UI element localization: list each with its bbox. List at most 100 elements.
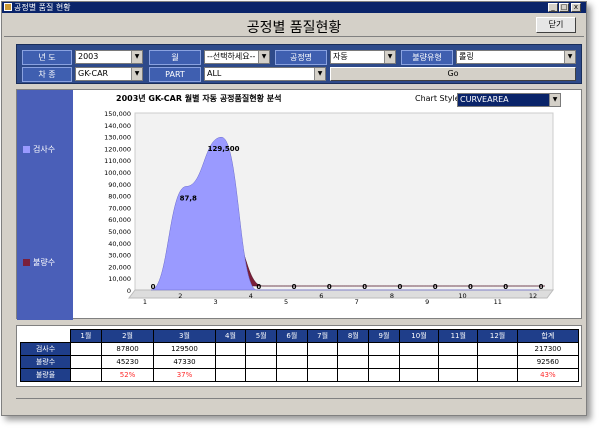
x-tick-label: 6 [319,292,323,300]
month-label: 월 [149,50,201,65]
table-header-cell: 2월 [100,329,155,343]
table-header-cell: 11월 [438,329,479,343]
y-tick-label: 120,000 [104,145,131,153]
table-cell [477,342,518,356]
table-header-cell: 12월 [477,329,518,343]
chart-style-value: CURVEAREA [460,95,509,104]
table-cell [276,342,308,356]
table-cell [337,355,370,369]
table-header-row: 1월 2월 3월 4월 5월 6월 7월 8월 9월 10월 11월 12월 합계 [20,329,580,343]
table-cell [214,355,247,369]
table-header-cell [20,329,71,343]
data-label: 0 [327,283,332,291]
data-table: 1월 2월 3월 4월 5월 6월 7월 8월 9월 10월 11월 12월 합계 검사수 87800 12… [20,329,580,382]
data-label: 0 [256,283,261,291]
defect-type-value: 롤링 [459,52,474,61]
table-cell [438,368,479,382]
table-cell: 52% [100,368,155,382]
car-value: GK-CAR [78,69,109,78]
x-tick-label: 7 [355,298,359,306]
year-label: 년 도 [22,50,72,65]
maximize-button[interactable]: □ [559,3,569,12]
minimize-button[interactable]: _ [548,3,558,12]
table-header-cell: 3월 [153,329,216,343]
x-tick-label: 11 [494,298,502,306]
table-header-cell: 6월 [276,329,308,343]
data-label: 0 [433,283,438,291]
table-cell [368,368,400,382]
chevron-down-icon: ▼ [384,51,395,63]
defect-type-select[interactable]: 롤링 ▼ [456,50,576,64]
row-header: 불량수 [20,355,71,369]
data-label: 129,500 [208,145,240,153]
table-cell [337,368,370,382]
table-cell [337,342,370,356]
legend-item-defect: 불량수 [23,257,55,268]
y-tick-label: 40,000 [108,240,131,248]
chevron-down-icon: ▼ [131,51,142,63]
x-tick-label: 1 [143,298,147,306]
table-header-cell: 4월 [214,329,247,343]
process-label: 공정명 [275,50,327,65]
legend-item-inspect: 검사수 [23,144,55,155]
x-tick-label: 10 [458,292,466,300]
page-title: 공정별 품질현황 [246,20,342,36]
go-button[interactable]: Go [330,67,576,81]
table-cell [245,368,278,382]
x-tick-label: 5 [284,298,288,306]
table-header-cell: 9월 [368,329,400,343]
year-select[interactable]: 2003 ▼ [75,50,143,64]
data-label: 0 [503,283,508,291]
table-cell [398,368,440,382]
filter-bar: 년 도 2003 ▼ 월 --선택하세요-- ▼ 공정명 자동 ▼ 불량유형 롤링 ▼ … [16,44,582,84]
y-tick-label: 0 [127,287,131,295]
part-select[interactable]: ALL ▼ [204,67,326,81]
table-cell [214,368,247,382]
chevron-down-icon: ▼ [314,68,325,80]
table-cell: 87800 [100,342,155,356]
table-cell [70,355,102,369]
table-cell [477,368,518,382]
legend-swatch-inspect [23,146,30,153]
year-value: 2003 [78,52,99,61]
car-select[interactable]: GK-CAR ▼ [75,67,143,81]
y-tick-label: 10,000 [108,275,131,283]
close-button[interactable]: 닫기 [536,17,576,33]
month-select[interactable]: --선택하세요-- ▼ [204,50,270,64]
table-cell [245,355,278,369]
table-cell [245,342,278,356]
header: 공정별 품질현황 닫기 [4,15,584,37]
table-header-cell: 8월 [337,329,370,343]
part-value: ALL [207,69,222,78]
chevron-down-icon: ▼ [258,51,269,63]
table-cell [306,355,339,369]
window-title: 공정별 품질 현황 [14,3,71,12]
chart-pane: 검사수 불량수 2003년 GK-CAR 월별 자동 공정품질현황 분석 Cha… [16,89,582,320]
data-label: 87,8 [180,194,197,202]
table-cell: 92560 [516,355,580,369]
table-header-cell: 1월 [70,329,102,343]
window-close-button[interactable]: x [571,3,581,12]
data-label: 0 [539,283,544,291]
table-cell [214,342,247,356]
month-value: --선택하세요-- [207,52,256,61]
y-tick-label: 30,000 [108,252,131,260]
process-select[interactable]: 자동 ▼ [330,50,396,64]
table-cell [306,368,339,382]
area-chart: 0 10,000 20,000 30,000 40,000 50,000 60,000 70,… [104,110,554,306]
table-cell [276,368,308,382]
defect-type-label: 불량유형 [401,50,453,65]
table-header-cell: 10월 [398,329,440,343]
y-tick-label: 60,000 [108,216,131,224]
table-cell [368,342,400,356]
chevron-down-icon: ▼ [564,51,575,63]
data-table-pane: 1월 2월 3월 4월 5월 6월 7월 8월 9월 10월 11월 12월 합계 검사수 87800 12… [16,325,582,387]
data-label: 0 [292,283,297,291]
data-label: 0 [397,283,402,291]
table-row: 검사수 87800 129500 217300 [20,342,580,356]
status-bar [16,398,582,410]
y-tick-label: 70,000 [108,204,131,212]
part-label: PART [149,67,201,82]
table-cell [276,355,308,369]
y-tick-label: 130,000 [104,134,131,142]
